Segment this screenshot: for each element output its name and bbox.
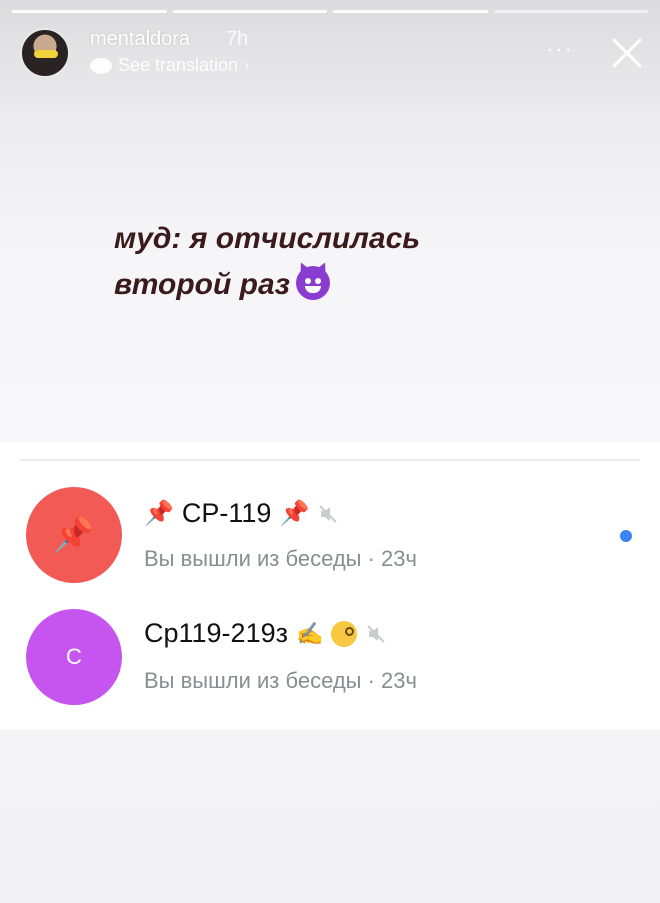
writing-hand-icon: ✍	[295, 620, 324, 646]
close-icon[interactable]	[610, 36, 644, 70]
mute-icon	[319, 504, 338, 523]
more-options-button[interactable]: ···	[546, 36, 574, 62]
chat-title: СР-119	[181, 498, 272, 528]
see-translation-link[interactable]: See translation ›	[90, 55, 249, 76]
chat-item[interactable]: 📌 📌 СР-119 📌 Вы вышли из беседы · 23ч	[0, 482, 660, 592]
progress-segment	[333, 10, 488, 13]
chat-title-row: 📌 СР-119 📌	[144, 498, 339, 529]
caption-line-2: второй раз	[114, 262, 534, 308]
pushpin-icon: 📌	[52, 516, 96, 554]
chat-title: Ср119-219з	[144, 618, 288, 648]
username[interactable]: mentaldora	[90, 28, 190, 51]
chat-avatar: 📌	[26, 487, 122, 583]
progress-segment	[12, 10, 167, 13]
progress-segment	[493, 10, 648, 13]
smiling-devil-icon	[295, 266, 330, 300]
pushpin-icon: 📌	[144, 500, 174, 527]
chat-item[interactable]: С Ср119-219з ✍ Вы вышли из беседы · 23ч	[0, 604, 660, 714]
mute-icon	[367, 624, 386, 643]
story-caption: муд: я отчислилась второй раз	[114, 216, 534, 308]
user-avatar[interactable]	[20, 28, 70, 78]
chat-subtitle: Вы вышли из беседы · 23ч	[144, 546, 417, 571]
chat-avatar: С	[26, 609, 122, 705]
chat-title-row: Ср119-219з ✍	[144, 618, 387, 649]
caption-line-1: муд: я отчислилась	[114, 222, 421, 255]
divider	[20, 459, 640, 461]
face-with-monocle-icon	[331, 620, 358, 647]
avatar-letter: С	[66, 644, 82, 669]
chat-list-screenshot: 📌 📌 СР-119 📌 Вы вышли из беседы · 23ч С …	[0, 442, 660, 730]
speech-bubble-icon	[90, 57, 112, 74]
chat-subtitle: Вы вышли из беседы · 23ч	[144, 668, 417, 693]
pushpin-icon: 📌	[279, 500, 310, 527]
story-progress-bar	[12, 10, 648, 13]
story-time: 7h	[226, 28, 249, 50]
caption-line-2-text: второй раз	[114, 268, 290, 301]
chevron-right-icon: ›	[244, 56, 250, 74]
progress-segment	[172, 10, 327, 13]
see-translation-label: See translation	[118, 55, 239, 75]
unread-indicator	[620, 530, 632, 542]
